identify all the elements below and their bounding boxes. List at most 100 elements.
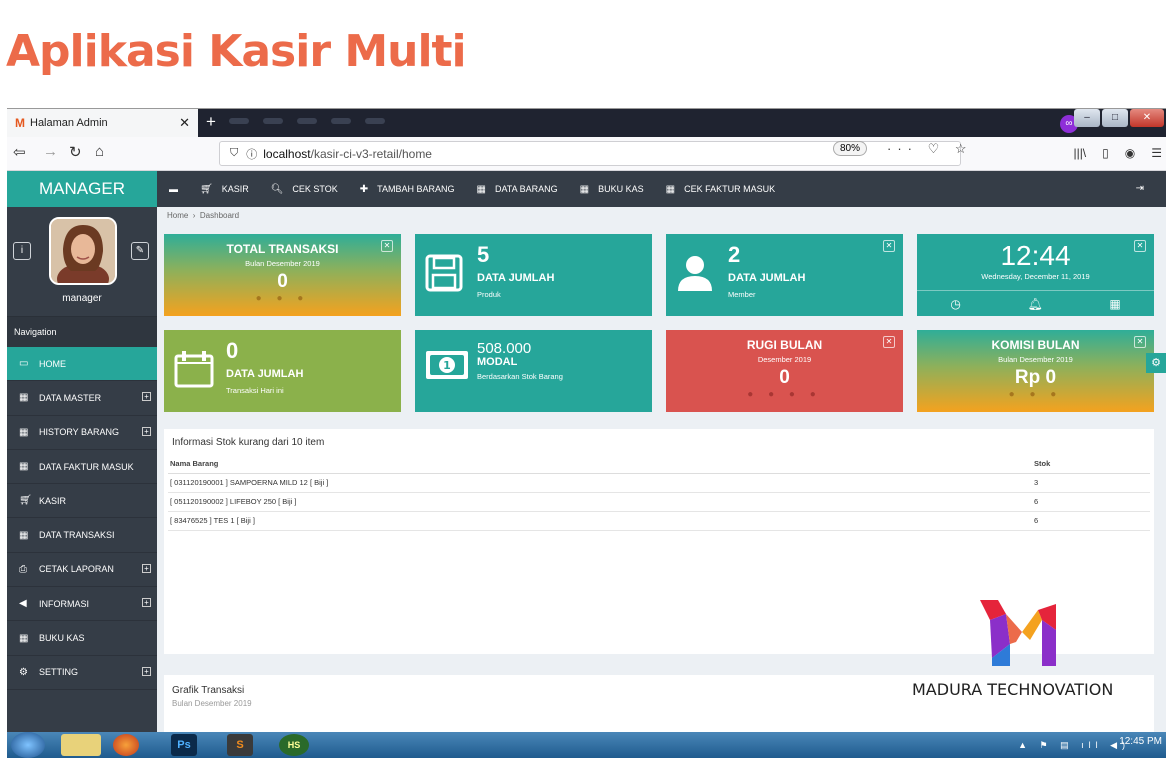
top-menu: ▬ 🛒︎ KASIR 🔍︎ CEK STOK ✚ TAMBAH BARANG ▦ DAT… <box>157 171 1166 207</box>
close-icon[interactable]: ✕ <box>883 240 895 252</box>
expand-icon[interactable]: + <box>142 598 151 608</box>
tile-value: Rp 0 <box>1014 367 1057 388</box>
topmenu-kasir[interactable]: 🛒︎ KASIR <box>200 184 249 195</box>
menu-toggle-icon[interactable]: ▬ <box>169 184 178 194</box>
expand-icon[interactable]: + <box>142 392 151 402</box>
favicon-icon: M <box>15 116 25 130</box>
sidebar-item-label: INFORMASI <box>39 598 90 609</box>
column-header: Nama Barang <box>168 455 1032 474</box>
topmenu-label: CEK STOK <box>292 184 338 194</box>
window-controls: – □ ✕ <box>1074 109 1164 127</box>
topmenu-label: DATA BARANG <box>494 184 558 194</box>
sidebar-item-setting[interactable]: ⚙ SETTING + <box>7 656 157 690</box>
topmenu-label: CEK FAKTUR MASUK <box>684 184 776 194</box>
carousel-dots[interactable]: ● ● ● <box>164 293 401 304</box>
expand-icon[interactable]: + <box>142 563 151 573</box>
sidebar-item-data-faktur-masuk[interactable]: ▦ DATA FAKTUR MASUK <box>7 450 157 485</box>
close-tab-icon[interactable]: ✕ <box>179 115 190 131</box>
tile-clock: ✕ 12:44 Wednesday, December 11, 2019 ◷ 🔔… <box>917 234 1154 316</box>
sidebar-item-data-master[interactable]: ▦ DATA MASTER + <box>7 381 157 416</box>
photoshop-icon[interactable]: Ps <box>171 734 197 756</box>
carousel-dots[interactable]: ● ● ● ● <box>666 389 903 400</box>
page-actions-icon[interactable]: ··· ♡ ☆ <box>887 141 973 157</box>
tile-transaksi-hari: 0 DATA JUMLAH Transaksi Hari ini <box>164 330 401 412</box>
topmenu-data-barang[interactable]: ▦ DATA BARANG <box>477 184 558 195</box>
sidebar-item-buku-kas[interactable]: ▦ BUKU KAS <box>7 621 157 656</box>
account-icon[interactable]: ◉ <box>1125 146 1135 160</box>
window-close-icon[interactable]: ✕ <box>1130 109 1164 127</box>
tile-total-transaksi: ✕ TOTAL TRANSAKSI Bulan Desember 2019 0 … <box>164 234 401 316</box>
new-tab-icon[interactable]: + <box>206 112 216 132</box>
browser-tab[interactable]: M Halaman Admin ✕ <box>7 109 198 137</box>
calendar-icon <box>174 350 214 393</box>
sidebar-icon[interactable]: ▯ <box>1102 146 1109 160</box>
heidisql-icon[interactable]: HS <box>279 734 309 756</box>
back-icon[interactable]: ⇦ <box>13 143 26 161</box>
hamburger-icon[interactable]: ☰ <box>1151 146 1162 160</box>
tile-title: TOTAL TRANSAKSI <box>226 242 339 256</box>
sidebar-item-informasi[interactable]: ◀ INFORMASI + <box>7 587 157 622</box>
madura-technovation-logo: MADURA TECHNOVATION <box>912 600 1132 710</box>
forward-icon[interactable]: → <box>43 143 58 160</box>
clock-time: 12:44 <box>1000 240 1071 271</box>
panel-title: Informasi Stok kurang dari 10 item <box>172 437 325 448</box>
taskbar-clock[interactable]: 12:45 PM <box>1119 736 1162 747</box>
grid-icon: ▦ <box>19 529 29 541</box>
sidebar-item-history-barang[interactable]: ▦ HISTORY BARANG + <box>7 416 157 450</box>
carousel-dots[interactable]: ● ● ● <box>917 389 1154 400</box>
topmenu-cek-stok[interactable]: 🔍︎ CEK STOK <box>271 184 338 195</box>
topmenu-cek-faktur-masuk[interactable]: ▦ CEK FAKTUR MASUK <box>666 184 775 195</box>
library-icon[interactable]: |||\ <box>1073 146 1086 160</box>
expand-icon[interactable]: + <box>142 666 151 676</box>
url-path: /kasir-ci-v3-retail/home <box>310 146 432 161</box>
avatar <box>49 217 117 285</box>
nav-label: Navigation <box>7 317 157 347</box>
info-icon[interactable]: ⓘ <box>246 146 257 162</box>
expand-icon[interactable]: + <box>142 426 151 436</box>
sidebar-item-home[interactable]: ▭ HOME <box>7 347 157 382</box>
sublime-icon[interactable]: S <box>227 734 253 756</box>
start-button[interactable] <box>11 732 45 758</box>
close-icon[interactable]: ✕ <box>1134 240 1146 252</box>
bullhorn-icon: ◀ <box>19 598 27 610</box>
breadcrumb: Home › Dashboard <box>167 211 240 220</box>
sidebar-item-kasir[interactable]: 🛒︎ KASIR <box>7 484 157 519</box>
reload-icon[interactable]: ↻ <box>69 143 82 161</box>
taskbar: Ps S HS ▲ ⚑ ▤ ıll ◀) 12:45 PM <box>7 732 1166 758</box>
svg-text:1: 1 <box>443 359 451 372</box>
firefox-icon[interactable] <box>113 734 139 756</box>
zoom-level[interactable]: 80% <box>833 141 868 156</box>
tile-value: 0 <box>779 367 790 388</box>
logout-icon[interactable]: ⇥ <box>1136 183 1144 194</box>
explorer-icon[interactable] <box>61 734 101 756</box>
topmenu-buku-kas[interactable]: ▦ BUKU KAS <box>580 184 644 195</box>
calendar-icon[interactable]: ▦ <box>1109 297 1120 311</box>
bell-icon[interactable]: 🔔︎ <box>1027 297 1042 311</box>
sidebar-item-data-transaksi[interactable]: ▦ DATA TRANSAKSI <box>7 518 157 553</box>
sidebar-item-cetak-laporan[interactable]: ⎙ CETAK LAPORAN + <box>7 553 157 588</box>
cell-nama: [ 83476525 ] TES 1 [ Biji ] <box>168 511 1032 531</box>
topmenu-tambah-barang[interactable]: ✚ TAMBAH BARANG <box>360 184 455 195</box>
column-header: Stok <box>1032 455 1150 474</box>
clock-icon[interactable]: ◷ <box>950 297 960 311</box>
cell-stok: 3 <box>1032 473 1150 493</box>
sidebar-item-label: KASIR <box>39 495 67 506</box>
edit-profile-icon[interactable]: ✎ <box>131 242 149 260</box>
close-icon[interactable]: ✕ <box>1134 336 1146 348</box>
home-icon[interactable]: ⌂ <box>95 143 104 160</box>
settings-toggle-icon[interactable]: ⚙ <box>1146 353 1166 373</box>
info-button-icon[interactable]: i <box>13 242 31 260</box>
breadcrumb-home[interactable]: Home <box>167 211 188 220</box>
tile-label: DATA JUMLAH <box>226 368 304 380</box>
minimize-icon[interactable]: – <box>1074 109 1100 127</box>
sidebar-item-label: DATA FAKTUR MASUK <box>39 461 134 472</box>
tile-value: 5 <box>477 242 490 267</box>
close-icon[interactable]: ✕ <box>381 240 393 252</box>
money-icon: 1 <box>425 350 469 385</box>
topmenu-label: TAMBAH BARANG <box>377 184 455 194</box>
grid-icon: ▦ <box>19 461 29 473</box>
close-icon[interactable]: ✕ <box>883 336 895 348</box>
tile-value: 0 <box>277 271 288 292</box>
system-tray[interactable]: ▲ ⚑ ▤ ıll ◀) <box>1018 740 1130 751</box>
maximize-icon[interactable]: □ <box>1102 109 1128 127</box>
